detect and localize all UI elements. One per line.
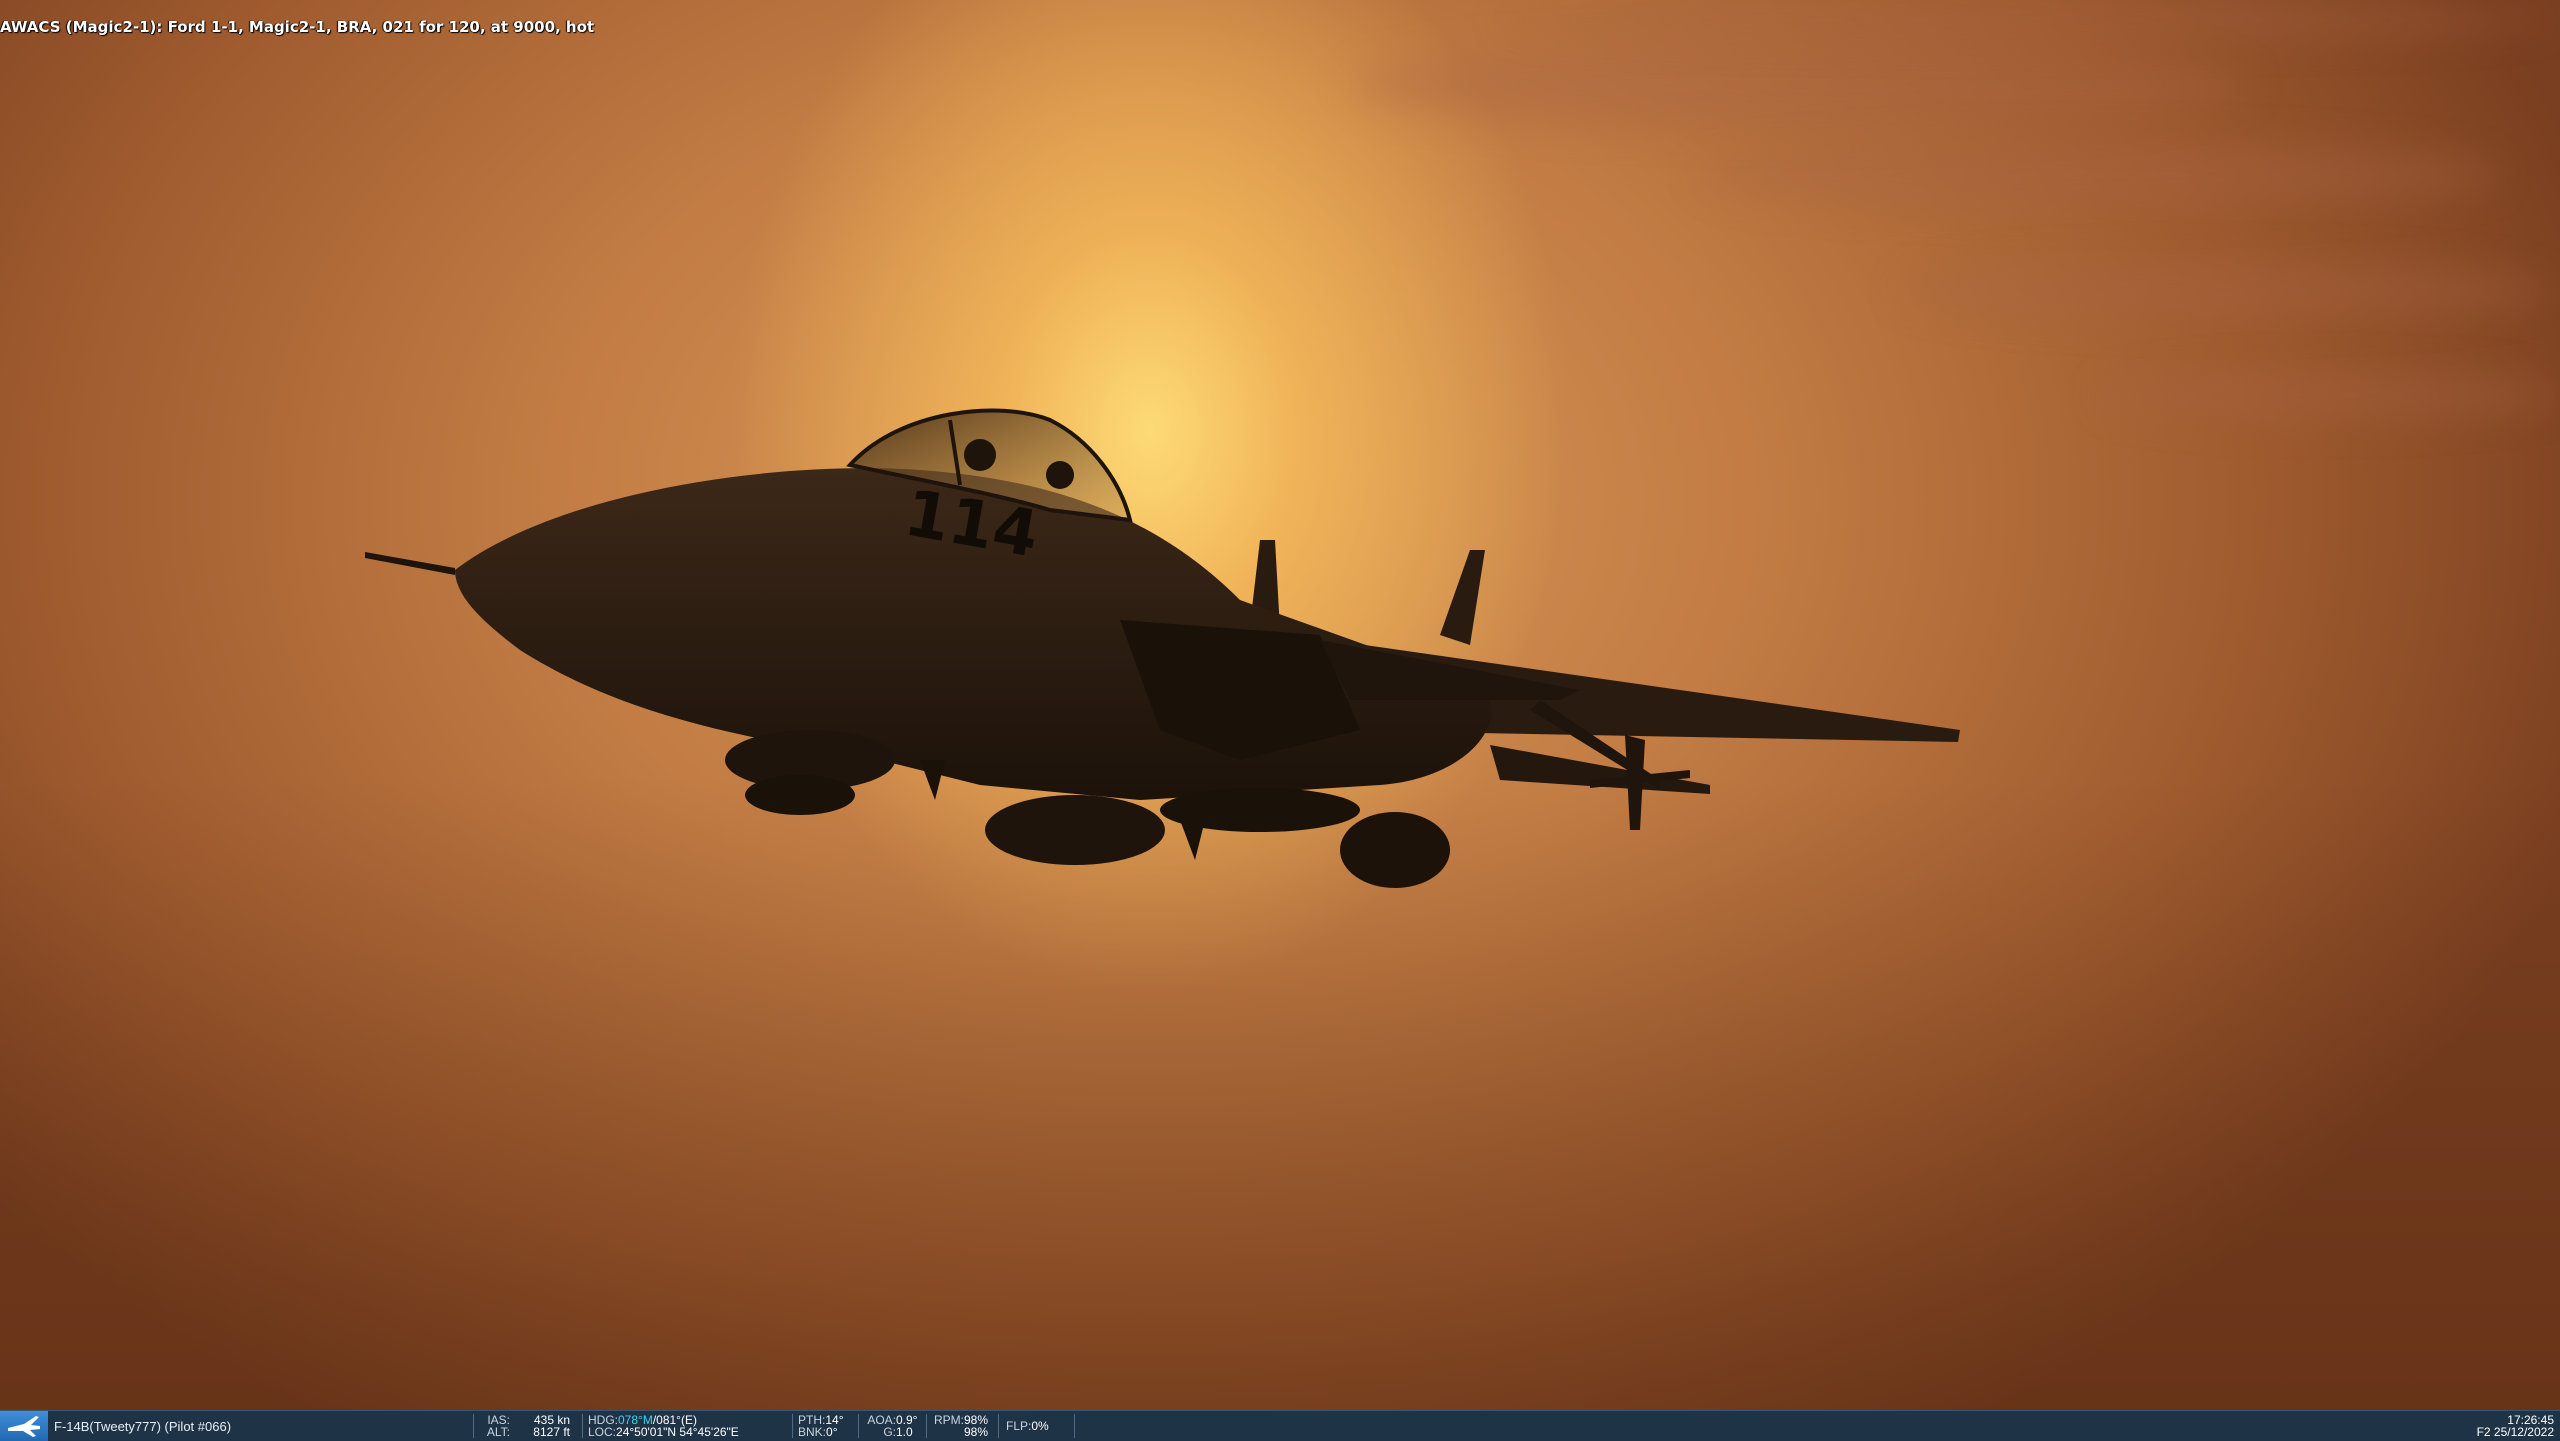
alt-value: 8127 ft [533,1425,570,1439]
rpm-right-value: 98% [964,1425,989,1439]
status-separator [858,1414,859,1438]
alt-label: ALT: [486,1425,510,1439]
status-separator [792,1414,793,1438]
flaps-readout: FLP:0% [1006,1420,1049,1432]
time-date-readout: 17:26:45 F2 25/12/2022 [2477,1414,2554,1438]
unit-name: F-14B(Tweety777) (Pilot #066) [54,1419,232,1434]
bnk-label: BNK: [798,1425,827,1439]
g-label: G: [883,1425,896,1439]
aircraft-icon [8,1416,40,1437]
status-bar: F-14B(Tweety777) (Pilot #066) IAS: 435 kn… [0,1410,2560,1441]
rpm-label: RPM: [934,1413,964,1427]
loc-label: LOC: [588,1425,617,1439]
speed-altitude-readout: IAS: 435 kn ALT: 8127 ft [480,1414,570,1438]
pitch-bank-readout: PTH:14° BNK:0° [798,1414,844,1438]
rpm-readout: RPM:98% 98% [932,1414,988,1438]
g-value: 1.0 [896,1425,913,1439]
game-viewport[interactable]: 114 AWACS (Magic2-1): Ford 1-1, Magic2-1… [0,0,2560,1410]
bnk-value: 0° [826,1425,838,1439]
status-separator [1074,1414,1075,1438]
aircraft-silhouette: 114 [365,408,1960,888]
heading-location-readout: HDG:078°M/081°(E) LOC:24°50'01"N 54°45'2… [588,1414,739,1438]
unit-icon-box[interactable] [0,1411,48,1441]
flp-value: 0% [1031,1419,1049,1433]
loc-value: 24°50'01"N 54°45'26"E [616,1425,739,1439]
aoa-g-readout: AOA:0.9° G:1.0 [864,1414,917,1438]
awacs-radio-message: AWACS (Magic2-1): Ford 1-1, Magic2-1, BR… [0,18,595,36]
flp-label: FLP: [1006,1419,1032,1433]
status-separator [926,1414,927,1438]
status-separator [473,1414,474,1438]
status-separator [998,1414,999,1438]
mission-date: F2 25/12/2022 [2476,1425,2554,1439]
status-separator [582,1414,583,1438]
